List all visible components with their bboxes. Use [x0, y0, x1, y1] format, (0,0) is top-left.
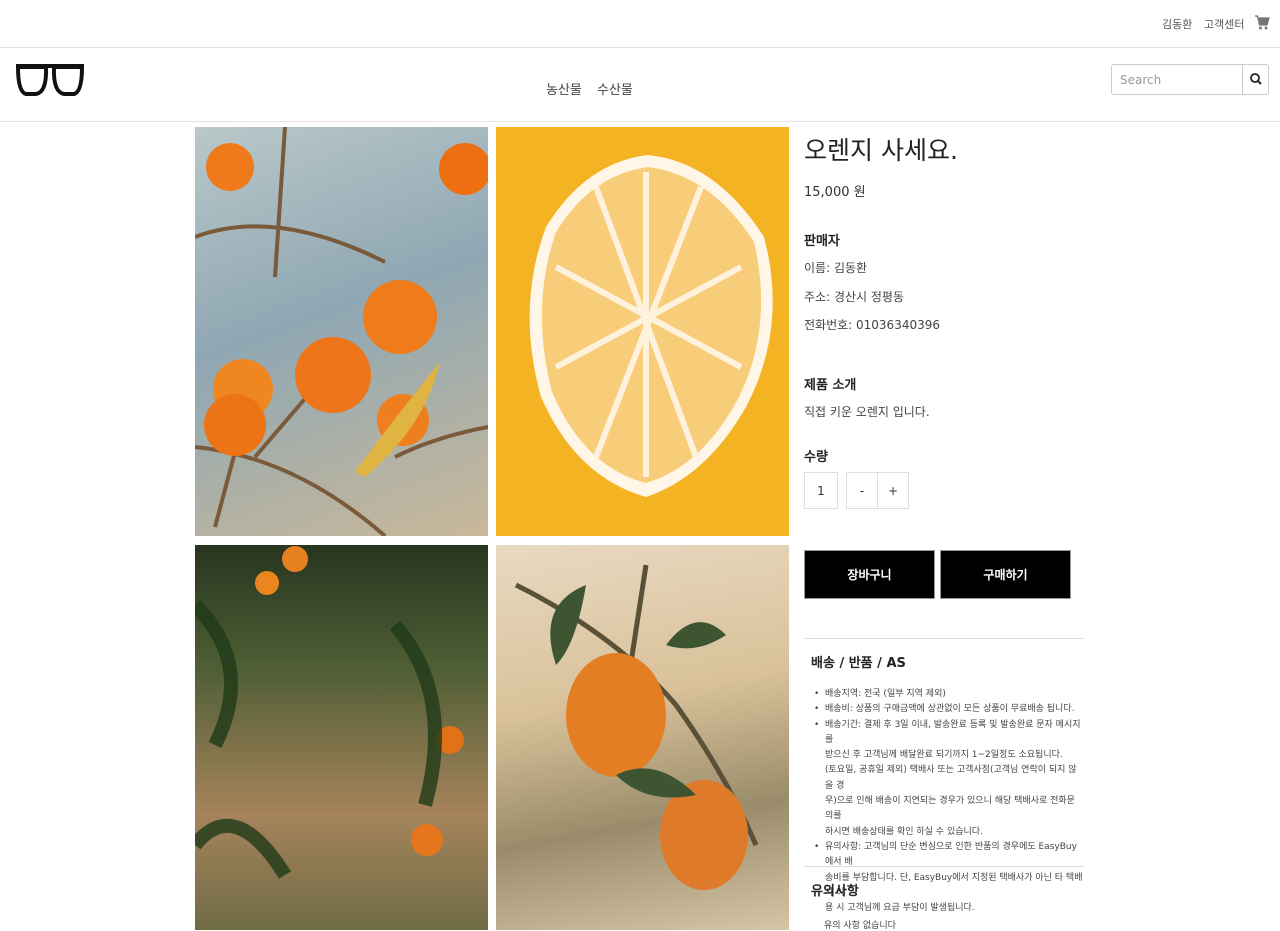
- customer-center-link[interactable]: 고객센터: [1204, 16, 1244, 32]
- intro-heading: 제품 소개: [804, 378, 857, 393]
- quantity-heading: 수량: [804, 450, 828, 465]
- nav-link-agri[interactable]: 농산물: [546, 79, 582, 98]
- search-icon: [1250, 73, 1262, 85]
- nav-link-fishery[interactable]: 수산물: [597, 79, 633, 98]
- list-item: 유의사항: 고객님의 단순 변심으로 인한 반품의 경우에도 EasyBuy에서…: [811, 840, 1083, 916]
- list-item: 배송지역: 전국 (일부 지역 제외): [811, 687, 1083, 703]
- intro-text: 직접 키운 오렌지 입니다.: [804, 405, 930, 419]
- halved-orange-photo: [496, 127, 789, 536]
- quantity-value[interactable]: 1: [804, 472, 838, 509]
- divider: [804, 866, 1084, 867]
- seller-heading: 판매자: [804, 234, 840, 249]
- seller-name: 이름: 김동환: [804, 261, 868, 275]
- notice-text: 유의 사항 없습니다: [824, 921, 896, 931]
- cart-icon[interactable]: [1254, 13, 1270, 31]
- list-item: 배송비: 상품의 구매금액에 상관없이 모든 상품이 무료배송 됩니다.: [811, 702, 1083, 718]
- quantity-plus-button[interactable]: +: [877, 472, 909, 509]
- search-input[interactable]: [1112, 65, 1240, 94]
- search-button[interactable]: [1242, 65, 1268, 94]
- buy-now-button[interactable]: 구매하기: [940, 550, 1071, 599]
- seller-address: 주소: 경산시 정평동: [804, 290, 904, 304]
- search-box: [1111, 64, 1269, 95]
- orange-tree-branch-photo: [195, 127, 488, 536]
- seller-phone: 전화번호: 01036340396: [804, 318, 941, 332]
- list-item: 배송기간: 결제 후 3일 이내, 발송완료 등록 및 발송완료 문자 메시지를…: [811, 718, 1083, 840]
- notice-heading: 유의사항: [811, 884, 859, 899]
- divider: [804, 638, 1084, 639]
- main-navbar: 농산물 수산물: [0, 48, 1280, 122]
- add-to-cart-button[interactable]: 장바구니: [804, 550, 935, 599]
- oranges-on-branch-photo: [496, 545, 789, 930]
- shipping-heading: 배송 / 반품 / AS: [811, 656, 906, 671]
- glasses-logo-icon[interactable]: [14, 62, 86, 98]
- product-title: 오렌지 사세요.: [804, 136, 958, 165]
- quantity-minus-button[interactable]: -: [846, 472, 878, 509]
- orange-orchard-photo: [195, 545, 488, 930]
- product-price: 15,000 원: [804, 185, 866, 200]
- top-bar: 김동환 고객센터: [0, 0, 1280, 48]
- user-name-link[interactable]: 김동환: [1162, 16, 1192, 32]
